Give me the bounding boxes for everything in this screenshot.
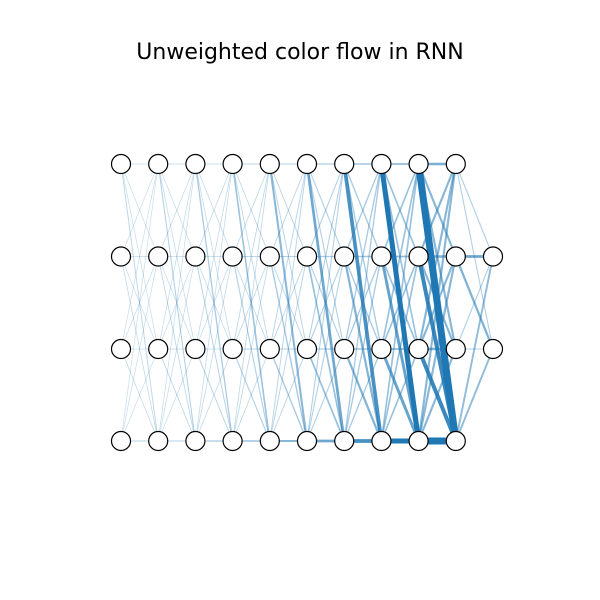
network-node [482, 246, 504, 267]
network-node [296, 430, 318, 452]
network-node [148, 246, 169, 267]
network-node [408, 153, 429, 175]
network-node [259, 246, 280, 267]
network-node [408, 246, 429, 267]
network-node [185, 430, 206, 452]
flow-edge [454, 348, 494, 442]
network-node [482, 338, 504, 360]
network-node [296, 338, 318, 360]
network-node [334, 338, 355, 360]
network-node [445, 338, 466, 360]
network-node [371, 246, 392, 267]
edge-layer [120, 162, 495, 445]
network-node [445, 246, 466, 267]
network-node [408, 430, 429, 452]
node-layer [110, 153, 504, 452]
network-node [371, 153, 392, 175]
network-node [148, 430, 169, 452]
network-node [334, 246, 355, 267]
network-node [371, 430, 392, 452]
network-node [110, 153, 132, 175]
network-node [445, 153, 466, 175]
network-node [148, 338, 169, 360]
network-node [185, 246, 206, 267]
network-node [110, 246, 132, 267]
network-node [445, 430, 466, 452]
flow-edge [455, 163, 494, 257]
network-node [296, 246, 318, 267]
network-node [110, 338, 132, 360]
network-node [334, 153, 355, 175]
network-node [408, 338, 429, 360]
network-node [222, 338, 243, 360]
network-node [259, 430, 280, 452]
network-node [222, 430, 243, 452]
rnn-flow-diagram [110, 153, 504, 452]
network-node [371, 338, 392, 360]
network-node [259, 153, 280, 175]
network-node [334, 430, 355, 452]
network-node [110, 430, 132, 452]
network-node [296, 153, 318, 175]
network-node [185, 153, 206, 175]
network-node [148, 153, 169, 175]
network-node [259, 338, 280, 360]
network-node [185, 338, 206, 360]
network-node [222, 246, 243, 267]
network-node [222, 153, 243, 175]
